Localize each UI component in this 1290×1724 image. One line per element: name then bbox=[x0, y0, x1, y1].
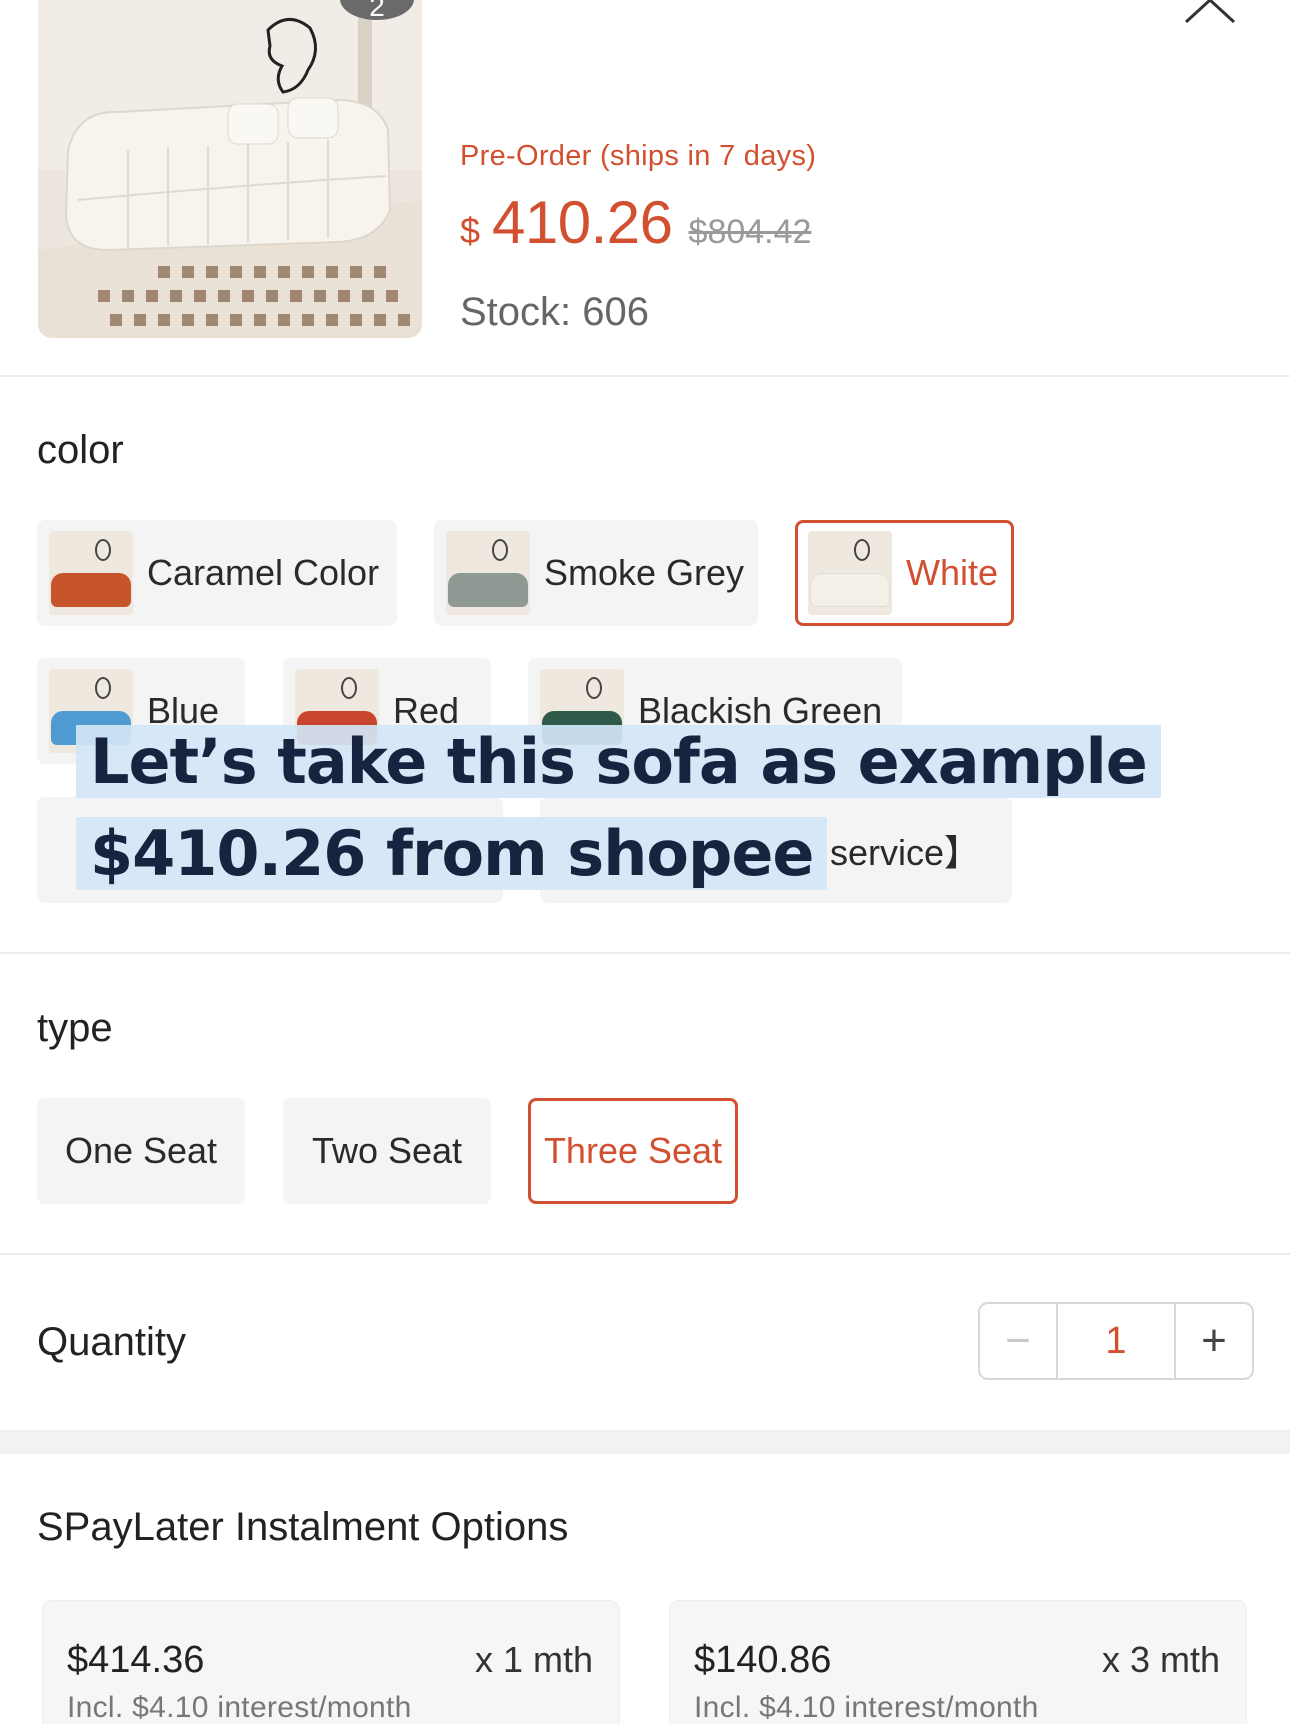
white-thumbnail bbox=[808, 531, 892, 615]
chip-label: Smoke Grey bbox=[544, 552, 745, 593]
product-image bbox=[38, 0, 422, 338]
original-price: $804.42 bbox=[688, 213, 812, 251]
overlay-caption-line2: $410.26 from shopee bbox=[76, 815, 828, 893]
chip-label: Caramel Color bbox=[147, 552, 380, 593]
divider bbox=[0, 952, 1290, 954]
increment-button[interactable]: + bbox=[1176, 1304, 1252, 1378]
plan-months: x 1 mth bbox=[474, 1639, 593, 1680]
plan-amount: $414.36 bbox=[67, 1639, 205, 1681]
quantity-stepper: − 1 + bbox=[978, 1302, 1254, 1380]
plan-interest: Incl. $4.10 interest/month bbox=[694, 1691, 1039, 1724]
close-icon[interactable] bbox=[1182, 0, 1238, 26]
instalment-plan-1[interactable]: $414.36 x 1 mth Incl. $4.10 interest/mon… bbox=[42, 1600, 620, 1724]
caption-text: $410.26 from shopee bbox=[76, 817, 828, 890]
price-currency: $ bbox=[460, 210, 481, 251]
smoke-grey-thumbnail bbox=[446, 531, 530, 615]
color-section-title: color bbox=[37, 428, 124, 472]
divider bbox=[0, 375, 1290, 377]
type-option-one-seat[interactable]: One Seat bbox=[37, 1098, 245, 1204]
plan-interest: Incl. $4.10 interest/month bbox=[67, 1691, 412, 1724]
overlay-caption-line1: Let’s take this sofa as example bbox=[76, 723, 1161, 801]
price-row: $ 410.26 $804.42 bbox=[460, 188, 811, 257]
type-option-two-seat[interactable]: Two Seat bbox=[283, 1098, 491, 1204]
caramel-thumbnail bbox=[49, 531, 133, 615]
preorder-label: Pre-Order (ships in 7 days) bbox=[460, 140, 817, 172]
color-option-white[interactable]: White bbox=[795, 520, 1014, 626]
chip-label: Three Seat bbox=[543, 1130, 723, 1171]
stock-count: Stock: 606 bbox=[460, 290, 650, 334]
type-option-three-seat[interactable]: Three Seat bbox=[528, 1098, 738, 1204]
chip-label: One Seat bbox=[64, 1130, 218, 1171]
chip-label: White bbox=[906, 552, 999, 593]
decrement-button[interactable]: − bbox=[980, 1304, 1056, 1378]
current-price: 410.26 bbox=[492, 189, 673, 256]
section-separator bbox=[0, 1430, 1290, 1454]
type-section-title: type bbox=[37, 1006, 113, 1050]
chip-label: service】 bbox=[829, 832, 980, 873]
plan-amount: $140.86 bbox=[694, 1639, 832, 1681]
quantity-label: Quantity bbox=[37, 1320, 186, 1364]
instalment-plan-3[interactable]: $140.86 x 3 mth Incl. $4.10 interest/mon… bbox=[669, 1600, 1247, 1724]
plan-months: x 3 mth bbox=[1101, 1639, 1220, 1680]
instalment-section-title: SPayLater Instalment Options bbox=[37, 1505, 569, 1549]
divider bbox=[0, 1253, 1290, 1255]
color-option-caramel[interactable]: Caramel Color bbox=[37, 520, 397, 626]
color-option-smoke-grey[interactable]: Smoke Grey bbox=[434, 520, 758, 626]
chip-label: Two Seat bbox=[311, 1130, 463, 1171]
caption-text: Let’s take this sofa as example bbox=[76, 725, 1161, 798]
quantity-value[interactable]: 1 bbox=[1056, 1304, 1176, 1378]
